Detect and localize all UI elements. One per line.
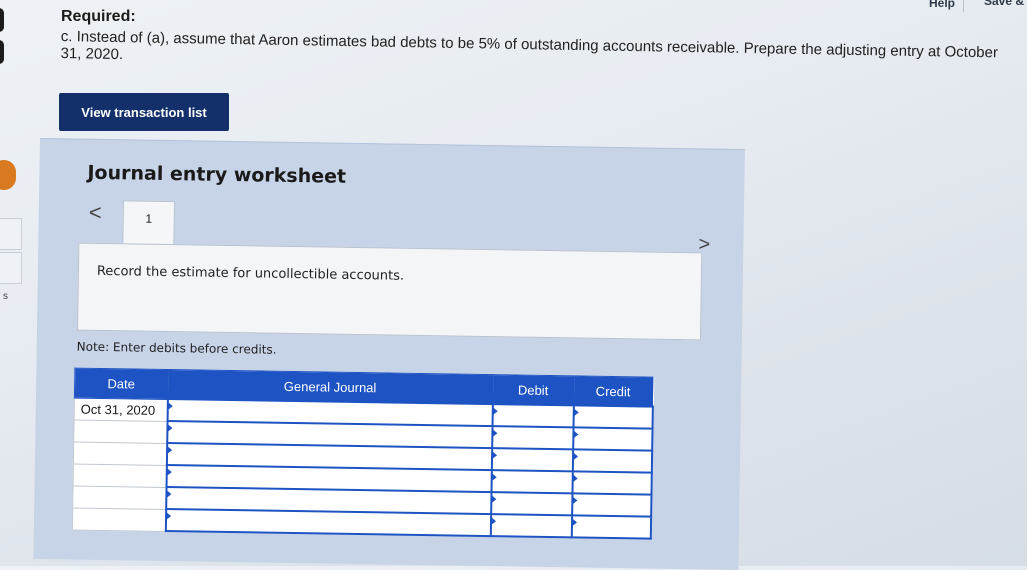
debit-input[interactable] <box>491 448 573 472</box>
account-select[interactable] <box>165 509 491 537</box>
rail-marker <box>0 8 4 32</box>
rail-letter: s <box>3 291 8 302</box>
debit-input[interactable] <box>490 470 573 494</box>
date-cell[interactable] <box>73 419 168 444</box>
column-header-credit: Credit <box>573 375 653 407</box>
credit-input[interactable] <box>571 493 651 517</box>
date-cell[interactable] <box>72 485 167 510</box>
debit-input[interactable] <box>490 514 572 538</box>
note-text: Note: Enter debits before credits. <box>76 339 277 357</box>
left-rail: s <box>0 0 28 566</box>
entry-tab-1[interactable]: 1 <box>122 200 176 246</box>
required-label: Required: <box>61 8 136 25</box>
credit-input[interactable] <box>572 449 652 473</box>
date-cell[interactable] <box>72 507 166 532</box>
credit-input[interactable] <box>571 515 651 539</box>
column-header-date: Date <box>74 368 168 400</box>
worksheet-title: Journal entry worksheet <box>87 161 347 188</box>
rail-item[interactable] <box>0 252 22 284</box>
date-cell[interactable] <box>73 441 167 466</box>
credit-input[interactable] <box>571 471 652 495</box>
journal-entry-worksheet: Journal entry worksheet < 1 > Record the… <box>33 138 745 570</box>
date-cell[interactable]: Oct 31, 2020 <box>74 397 168 422</box>
credit-input[interactable] <box>572 427 653 451</box>
rail-item[interactable] <box>0 218 22 250</box>
question-text: c. Instead of (a), assume that Aaron est… <box>60 28 999 64</box>
credit-input[interactable] <box>573 405 653 429</box>
instruction-text: Record the estimate for uncollectible ac… <box>96 263 405 284</box>
prev-arrow-icon[interactable]: < <box>89 200 102 226</box>
debit-input[interactable] <box>491 426 574 450</box>
instruction-box: Record the estimate for uncollectible ac… <box>76 242 703 341</box>
view-transaction-list-button[interactable]: View transaction list <box>59 93 229 131</box>
save-exit-button[interactable]: Save & <box>984 0 1024 8</box>
rail-marker <box>0 40 4 64</box>
column-header-debit: Debit <box>492 374 574 406</box>
help-button[interactable]: Help <box>921 0 965 12</box>
rail-active-indicator[interactable] <box>0 160 16 190</box>
journal-table: Date General Journal Debit Credit Oct 31… <box>71 367 654 540</box>
top-bar: Help Save & <box>0 0 1027 30</box>
date-cell[interactable] <box>73 463 167 488</box>
debit-input[interactable] <box>492 404 574 428</box>
debit-input[interactable] <box>490 492 572 516</box>
